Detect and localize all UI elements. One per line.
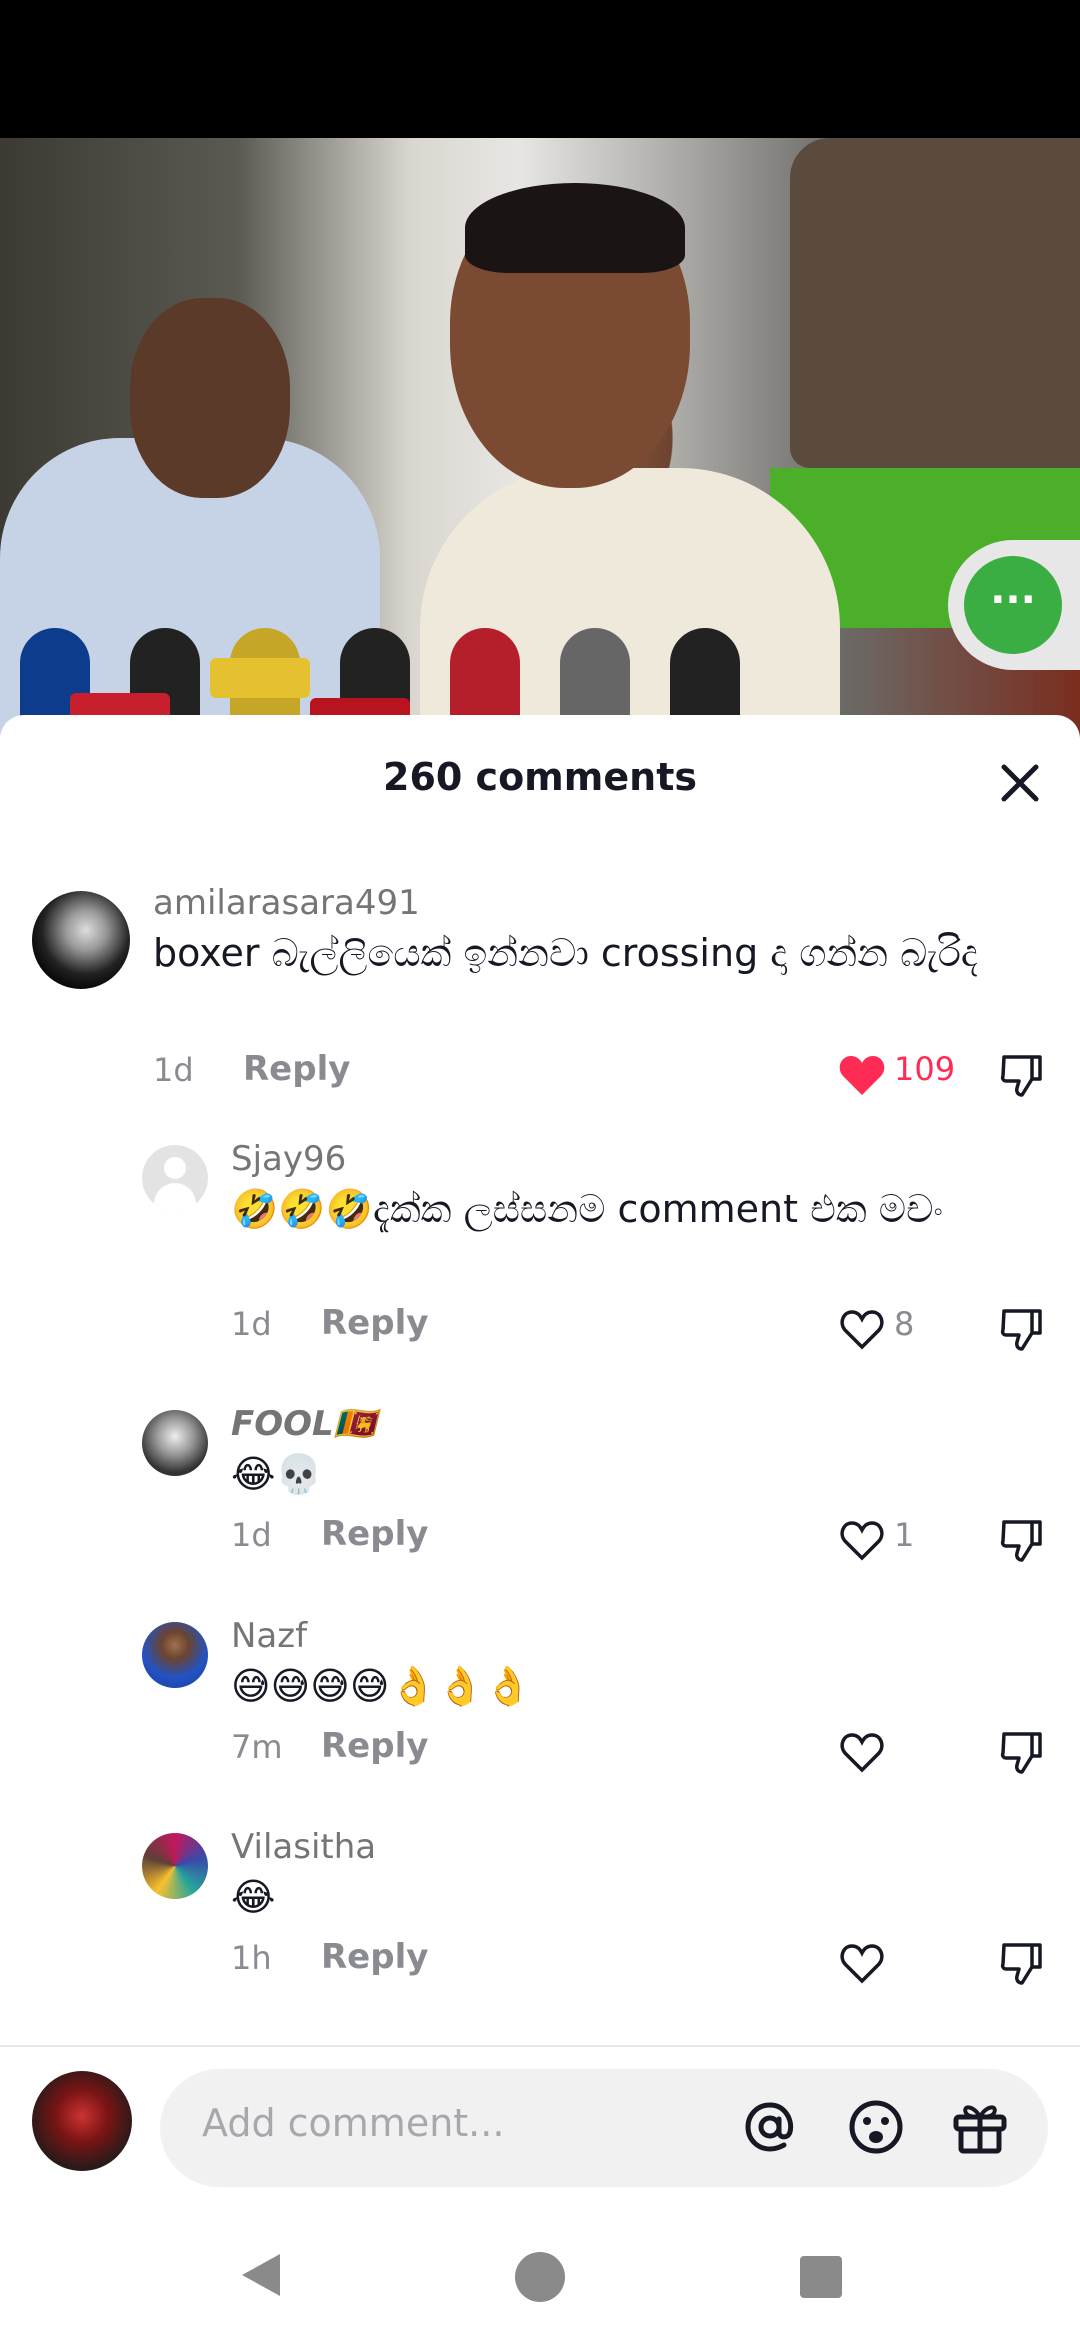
comment-text: 😂 <box>231 1875 276 1919</box>
video-tuk-tuk <box>790 138 1080 468</box>
comment-text: 😅😅😅😅👌👌👌 <box>231 1664 532 1708</box>
status-bar-area <box>0 0 1080 138</box>
comment-username[interactable]: Nazf <box>231 1616 307 1656</box>
recents-square-icon[interactable] <box>798 2254 844 2300</box>
like-count: 109 <box>894 1050 956 1088</box>
composer-divider <box>0 2045 1080 2047</box>
comment-time: 1d <box>153 1051 194 1089</box>
avatar[interactable] <box>142 1145 208 1211</box>
home-circle-icon[interactable] <box>513 2250 567 2304</box>
comment-time: 1d <box>231 1305 272 1343</box>
video-person-left-head <box>130 298 290 498</box>
comments-count-title: 260 comments <box>383 755 697 799</box>
current-user-avatar[interactable] <box>32 2071 132 2171</box>
emoji-icon[interactable] <box>844 2095 908 2159</box>
avatar[interactable] <box>142 1833 208 1899</box>
heart-icon[interactable] <box>838 1730 886 1774</box>
at-icon[interactable] <box>738 2095 802 2159</box>
reply-button[interactable]: Reply <box>321 1937 428 1977</box>
reply-button[interactable]: Reply <box>321 1514 428 1554</box>
comment-time: 7m <box>231 1728 283 1766</box>
system-navigation-bar <box>0 2210 1080 2340</box>
dislike-icon[interactable] <box>998 1305 1046 1353</box>
comment-text: 🤣🤣🤣දැක්ක ලස්සනම comment එක මචං <box>231 1187 944 1231</box>
back-triangle-icon[interactable] <box>236 2250 286 2300</box>
dislike-icon[interactable] <box>998 1939 1046 1987</box>
dislike-icon[interactable] <box>998 1051 1046 1099</box>
comment-input-placeholder: Add comment... <box>202 2101 505 2145</box>
comment-text: boxer බැල්ලියෙක් ඉන්නවා crossing දා ගන්න… <box>153 931 978 975</box>
comment-username[interactable]: Sjay96 <box>231 1139 346 1179</box>
comment-input[interactable]: Add comment... <box>160 2069 1048 2187</box>
comment-time: 1h <box>231 1939 272 1977</box>
reply-button[interactable]: Reply <box>321 1726 428 1766</box>
close-icon[interactable] <box>990 753 1050 813</box>
more-options-button[interactable]: ··· <box>948 540 1080 670</box>
like-count: 1 <box>894 1516 915 1554</box>
avatar[interactable] <box>142 1622 208 1688</box>
gift-icon[interactable] <box>948 2095 1012 2159</box>
dislike-icon[interactable] <box>998 1728 1046 1776</box>
heart-icon[interactable] <box>838 1518 886 1562</box>
comment-username[interactable]: Vilasitha <box>231 1827 376 1867</box>
reply-button[interactable]: Reply <box>243 1049 350 1089</box>
heart-icon[interactable] <box>838 1053 886 1097</box>
comment-composer: Add comment... <box>0 2065 1080 2195</box>
heart-icon[interactable] <box>838 1307 886 1351</box>
dislike-icon[interactable] <box>998 1516 1046 1564</box>
comment-text: 😂💀 <box>231 1452 323 1496</box>
comment-username[interactable]: FOOL🇱🇰 <box>231 1404 376 1444</box>
heart-icon[interactable] <box>838 1941 886 1985</box>
comment-time: 1d <box>231 1516 272 1554</box>
video-player[interactable] <box>0 138 1080 738</box>
like-count: 8 <box>894 1305 915 1343</box>
video-person-center-hair <box>465 183 685 273</box>
more-icon: ··· <box>964 556 1062 654</box>
avatar[interactable] <box>142 1410 208 1476</box>
avatar[interactable] <box>32 891 130 989</box>
comment-username[interactable]: amilarasara491 <box>153 883 420 923</box>
reply-button[interactable]: Reply <box>321 1303 428 1343</box>
